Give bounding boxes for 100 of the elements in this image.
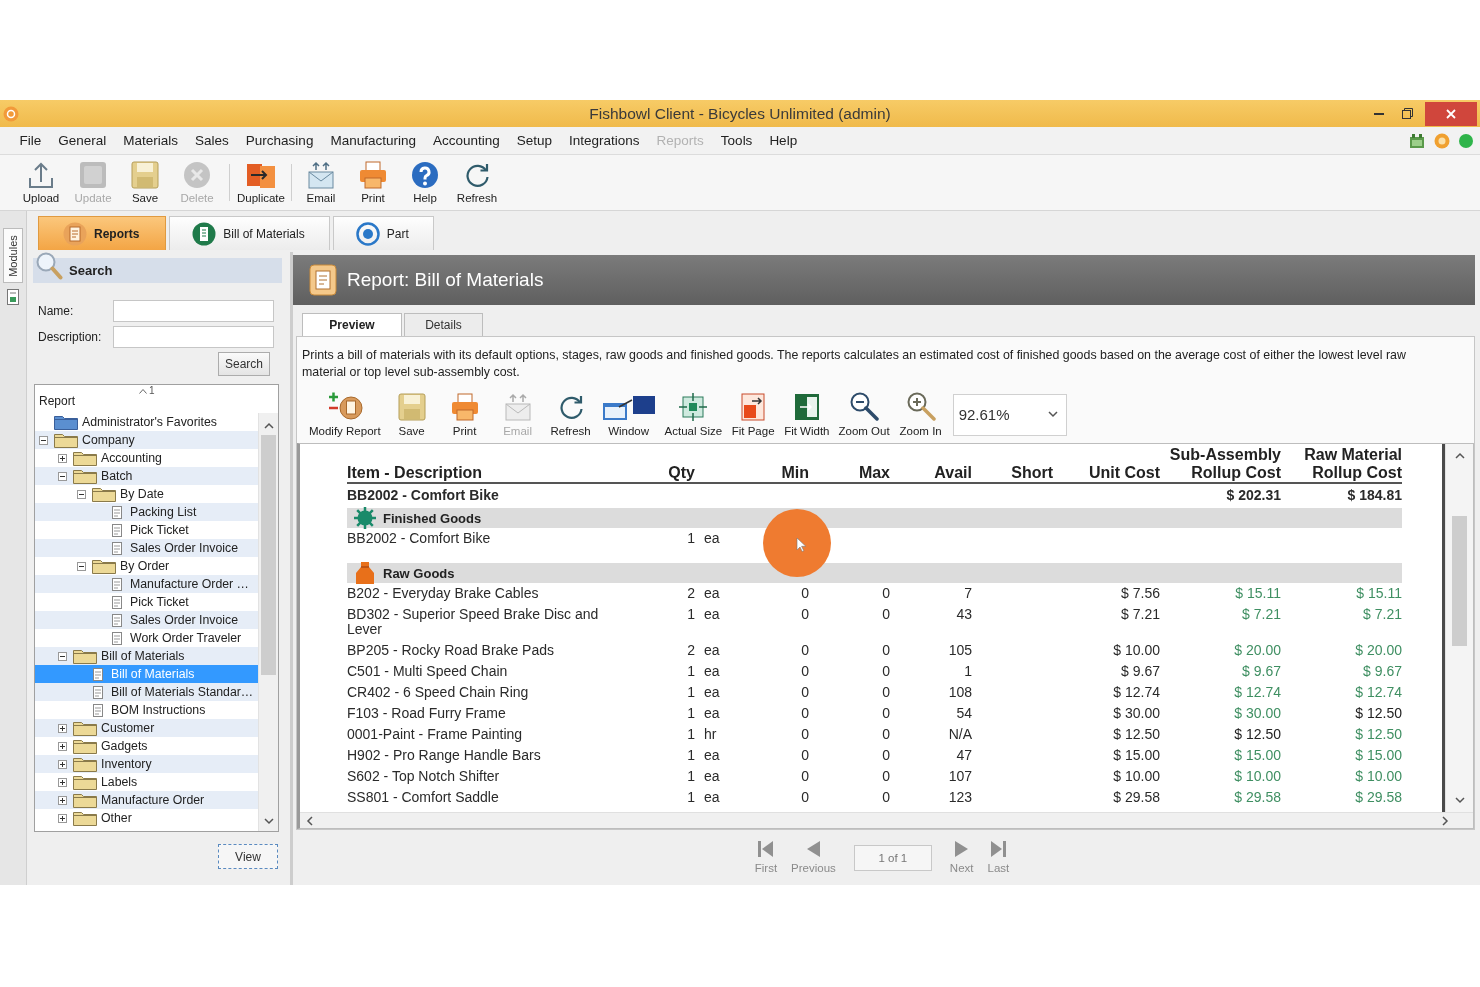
table-cell: $ 12.74 xyxy=(1113,684,1160,700)
tree-item[interactable]: Other xyxy=(35,809,258,827)
plus-box-icon[interactable] xyxy=(58,777,67,787)
tree-item[interactable]: Pick Ticket xyxy=(35,593,258,611)
scrollbar[interactable] xyxy=(1445,444,1473,812)
tree-item[interactable]: Manufacture Order xyxy=(35,791,258,809)
scrollbar-thumb[interactable] xyxy=(1452,516,1467,646)
tree-item[interactable]: Labels xyxy=(35,773,258,791)
menu-item[interactable]: Setup xyxy=(508,129,561,152)
report-list-icon[interactable] xyxy=(7,289,19,305)
toolbar-button[interactable]: Actual Size xyxy=(662,390,725,439)
toolbar-button[interactable]: Email xyxy=(295,155,347,210)
table-cell: $ 30.00 xyxy=(1234,705,1281,721)
toolbar-button[interactable]: Window xyxy=(599,390,658,439)
tree-item[interactable]: By Order xyxy=(35,557,258,575)
search-button[interactable]: Search xyxy=(218,352,270,376)
status-dot-icon[interactable] xyxy=(1459,133,1473,148)
toolbar-button[interactable]: Refresh xyxy=(546,390,595,439)
menu-item[interactable]: File xyxy=(11,129,50,152)
toolbar-button[interactable]: Save xyxy=(387,390,436,439)
toolbar-button[interactable]: Print xyxy=(347,155,399,210)
report-tab[interactable]: Details xyxy=(404,313,483,336)
minus-box-icon[interactable] xyxy=(39,435,48,445)
delete-icon xyxy=(183,160,211,189)
tree-item[interactable]: Pick Ticket xyxy=(35,521,258,539)
modules-tab[interactable]: Modules xyxy=(3,228,23,283)
tree-item[interactable]: Accounting xyxy=(35,449,258,467)
next-icon xyxy=(955,840,969,857)
upload-icon xyxy=(27,160,55,189)
scrollbar-thumb[interactable] xyxy=(261,435,276,675)
scrollbar[interactable] xyxy=(258,413,278,831)
tree-item[interactable]: Work Order Traveler xyxy=(35,629,258,647)
table-cell: BB2002 - Comfort Bike xyxy=(347,530,491,546)
plus-box-icon[interactable] xyxy=(58,723,67,733)
plus-box-icon[interactable] xyxy=(58,741,67,751)
module-tab[interactable]: Part xyxy=(332,216,434,250)
toolbar-button[interactable]: Modify Report xyxy=(307,390,383,439)
toolbar-button[interactable]: Print xyxy=(440,390,489,439)
tree-item[interactable]: Administrator's Favorites xyxy=(35,413,258,431)
toolbar-button[interactable]: Zoom In xyxy=(896,390,945,439)
tree-item[interactable]: Inventory xyxy=(35,755,258,773)
table-cell: $ 7.21 xyxy=(1242,606,1281,622)
table-cell: ea xyxy=(704,642,720,658)
toolbar-button[interactable]: Upload xyxy=(15,155,67,210)
plus-box-icon[interactable] xyxy=(58,759,67,769)
sort-caret-icon xyxy=(139,388,148,394)
minus-box-icon[interactable] xyxy=(58,471,67,481)
plus-box-icon[interactable] xyxy=(58,453,67,463)
minus-box-icon[interactable] xyxy=(77,561,86,571)
menu-item[interactable]: Materials xyxy=(114,129,187,152)
tree-item[interactable]: Gadgets xyxy=(35,737,258,755)
tree-item[interactable]: Bill of Materials xyxy=(35,647,258,665)
zoom-dropdown[interactable]: 92.61% xyxy=(952,393,1067,436)
toolbar-button[interactable]: Refresh xyxy=(451,155,503,210)
report-tab[interactable]: Preview xyxy=(302,313,402,336)
menu-item[interactable]: Purchasing xyxy=(237,129,322,152)
input-field[interactable] xyxy=(113,300,274,322)
plus-box-icon[interactable] xyxy=(58,813,67,823)
envelope-icon xyxy=(503,393,532,421)
minus-box-icon[interactable] xyxy=(77,489,86,499)
tree-item[interactable]: Company xyxy=(35,431,258,449)
menu-item[interactable]: Sales xyxy=(186,129,238,152)
menu-item[interactable]: Tools xyxy=(712,129,761,152)
tree-item[interactable]: Customer xyxy=(35,719,258,737)
view-button[interactable]: View xyxy=(218,844,278,869)
toolbar-button[interactable]: Fit Page xyxy=(729,390,778,439)
column-header: Max xyxy=(857,464,890,482)
tree-item[interactable]: Batch xyxy=(35,467,258,485)
toolbar-button[interactable]: Help xyxy=(399,155,451,210)
toolbar-button[interactable]: Save xyxy=(119,155,171,210)
toolbar-button[interactable]: Fit Width xyxy=(782,390,832,439)
plus-box-icon[interactable] xyxy=(58,795,67,805)
page-field[interactable]: 1 of 1 xyxy=(853,844,932,871)
tree-item[interactable]: Bill of Materials Standar… xyxy=(35,683,258,701)
minus-box-icon[interactable] xyxy=(58,651,67,661)
menu-item[interactable]: Accounting xyxy=(424,129,509,152)
tree-item[interactable]: Sales Order Invoice xyxy=(35,611,258,629)
menu-item[interactable]: Integrations xyxy=(560,129,649,152)
tree-item[interactable]: Packing List xyxy=(35,503,258,521)
menu-item[interactable]: Help xyxy=(760,129,806,152)
table-cell: 0001-Paint - Frame Painting xyxy=(347,726,523,742)
tree-item[interactable]: Sales Order Invoice xyxy=(35,539,258,557)
scrollbar[interactable] xyxy=(300,812,1473,828)
module-tab[interactable]: Bill of Materials xyxy=(169,216,330,250)
tree-item[interactable]: BOM Instructions xyxy=(35,701,258,719)
module-tab[interactable]: Reports xyxy=(38,216,167,250)
close-button[interactable] xyxy=(1425,101,1477,126)
input-field[interactable] xyxy=(113,326,274,348)
column-header[interactable]: Report xyxy=(39,394,76,413)
column-header: Short xyxy=(1010,464,1053,482)
menu-item[interactable]: Manufacturing xyxy=(321,129,425,152)
scroll-left-icon xyxy=(306,815,314,826)
sort-order: 1 xyxy=(149,386,155,396)
tree-item[interactable]: Manufacture Order … xyxy=(35,575,258,593)
toolbar-button[interactable]: Zoom Out xyxy=(836,390,892,439)
folder-icon xyxy=(92,558,116,574)
toolbar-button[interactable]: Duplicate xyxy=(235,155,287,210)
tree-item[interactable]: By Date xyxy=(35,485,258,503)
calendar-icon[interactable] xyxy=(1409,132,1425,149)
menu-item[interactable]: General xyxy=(49,129,115,152)
